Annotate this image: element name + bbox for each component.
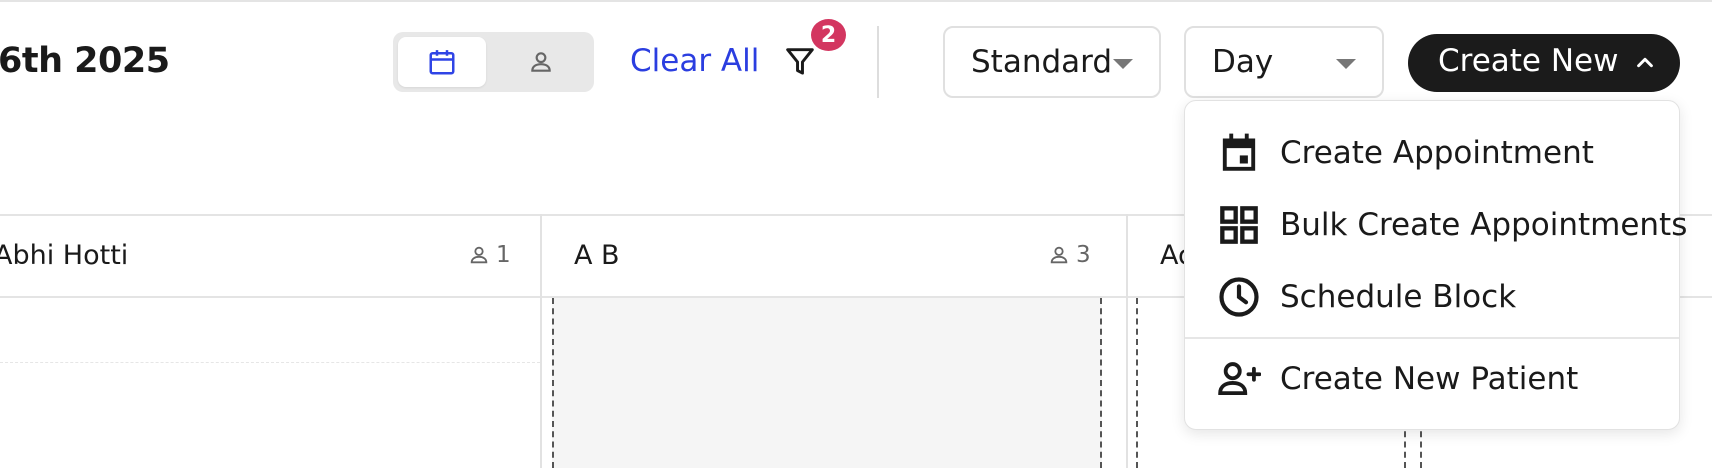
view-type-select[interactable]: Standard xyxy=(943,26,1161,98)
column-header[interactable]: A B 3 xyxy=(542,216,1126,298)
person-icon xyxy=(470,246,488,264)
column-count-value: 1 xyxy=(496,242,511,268)
column-count-value: 3 xyxy=(1076,242,1091,268)
menu-divider xyxy=(1185,337,1679,339)
grid-icon xyxy=(1217,203,1261,247)
filter-count-badge: 2 xyxy=(808,16,849,54)
menu-item-label: Bulk Create Appointments xyxy=(1280,207,1688,243)
page-title: 6th 2025 xyxy=(0,41,170,81)
clear-all-link[interactable]: Clear All xyxy=(630,43,759,79)
menu-item-create-new-patient[interactable]: Create New Patient xyxy=(1185,347,1679,411)
calendar-icon xyxy=(429,50,455,75)
toolbar-divider xyxy=(877,26,879,98)
filter-button[interactable] xyxy=(782,44,818,80)
calendar-event-icon xyxy=(1217,131,1261,175)
menu-item-schedule-block[interactable]: Schedule Block xyxy=(1185,265,1679,329)
menu-item-bulk-create-appointments[interactable]: Bulk Create Appointments xyxy=(1185,193,1687,257)
create-new-label: Create New xyxy=(1438,43,1619,79)
person-icon xyxy=(1050,246,1068,264)
caret-down-icon xyxy=(1336,59,1356,69)
column-count: 1 xyxy=(468,242,511,268)
column-name: A B xyxy=(574,240,620,271)
filter-icon xyxy=(786,48,814,75)
add-person-icon xyxy=(1217,357,1261,401)
top-border xyxy=(0,0,1712,2)
create-new-menu: Create Appointment Bulk Create Appointme… xyxy=(1184,100,1687,430)
calendar-view-toggle[interactable] xyxy=(398,37,486,87)
time-slot-line xyxy=(0,362,540,363)
clock-icon xyxy=(1217,275,1261,319)
view-toggle xyxy=(393,32,594,92)
menu-item-label: Create Appointment xyxy=(1280,135,1594,171)
column-header[interactable]: Abhi Hotti 1 xyxy=(0,216,540,298)
schedule-block[interactable] xyxy=(552,298,1102,468)
menu-item-create-appointment[interactable]: Create Appointment xyxy=(1185,121,1679,185)
person-icon xyxy=(531,52,551,72)
column-count: 3 xyxy=(1048,242,1091,268)
range-value: Day xyxy=(1212,44,1274,80)
caret-down-icon xyxy=(1113,59,1133,69)
range-select[interactable]: Day xyxy=(1184,26,1384,98)
column-name: Abhi Hotti xyxy=(0,240,129,271)
create-new-button[interactable]: Create New xyxy=(1408,34,1680,92)
chevron-up-icon xyxy=(1630,48,1660,78)
menu-item-label: Create New Patient xyxy=(1280,361,1579,397)
provider-view-toggle[interactable] xyxy=(493,37,589,87)
menu-item-label: Schedule Block xyxy=(1280,279,1517,315)
view-type-value: Standard xyxy=(971,44,1113,80)
